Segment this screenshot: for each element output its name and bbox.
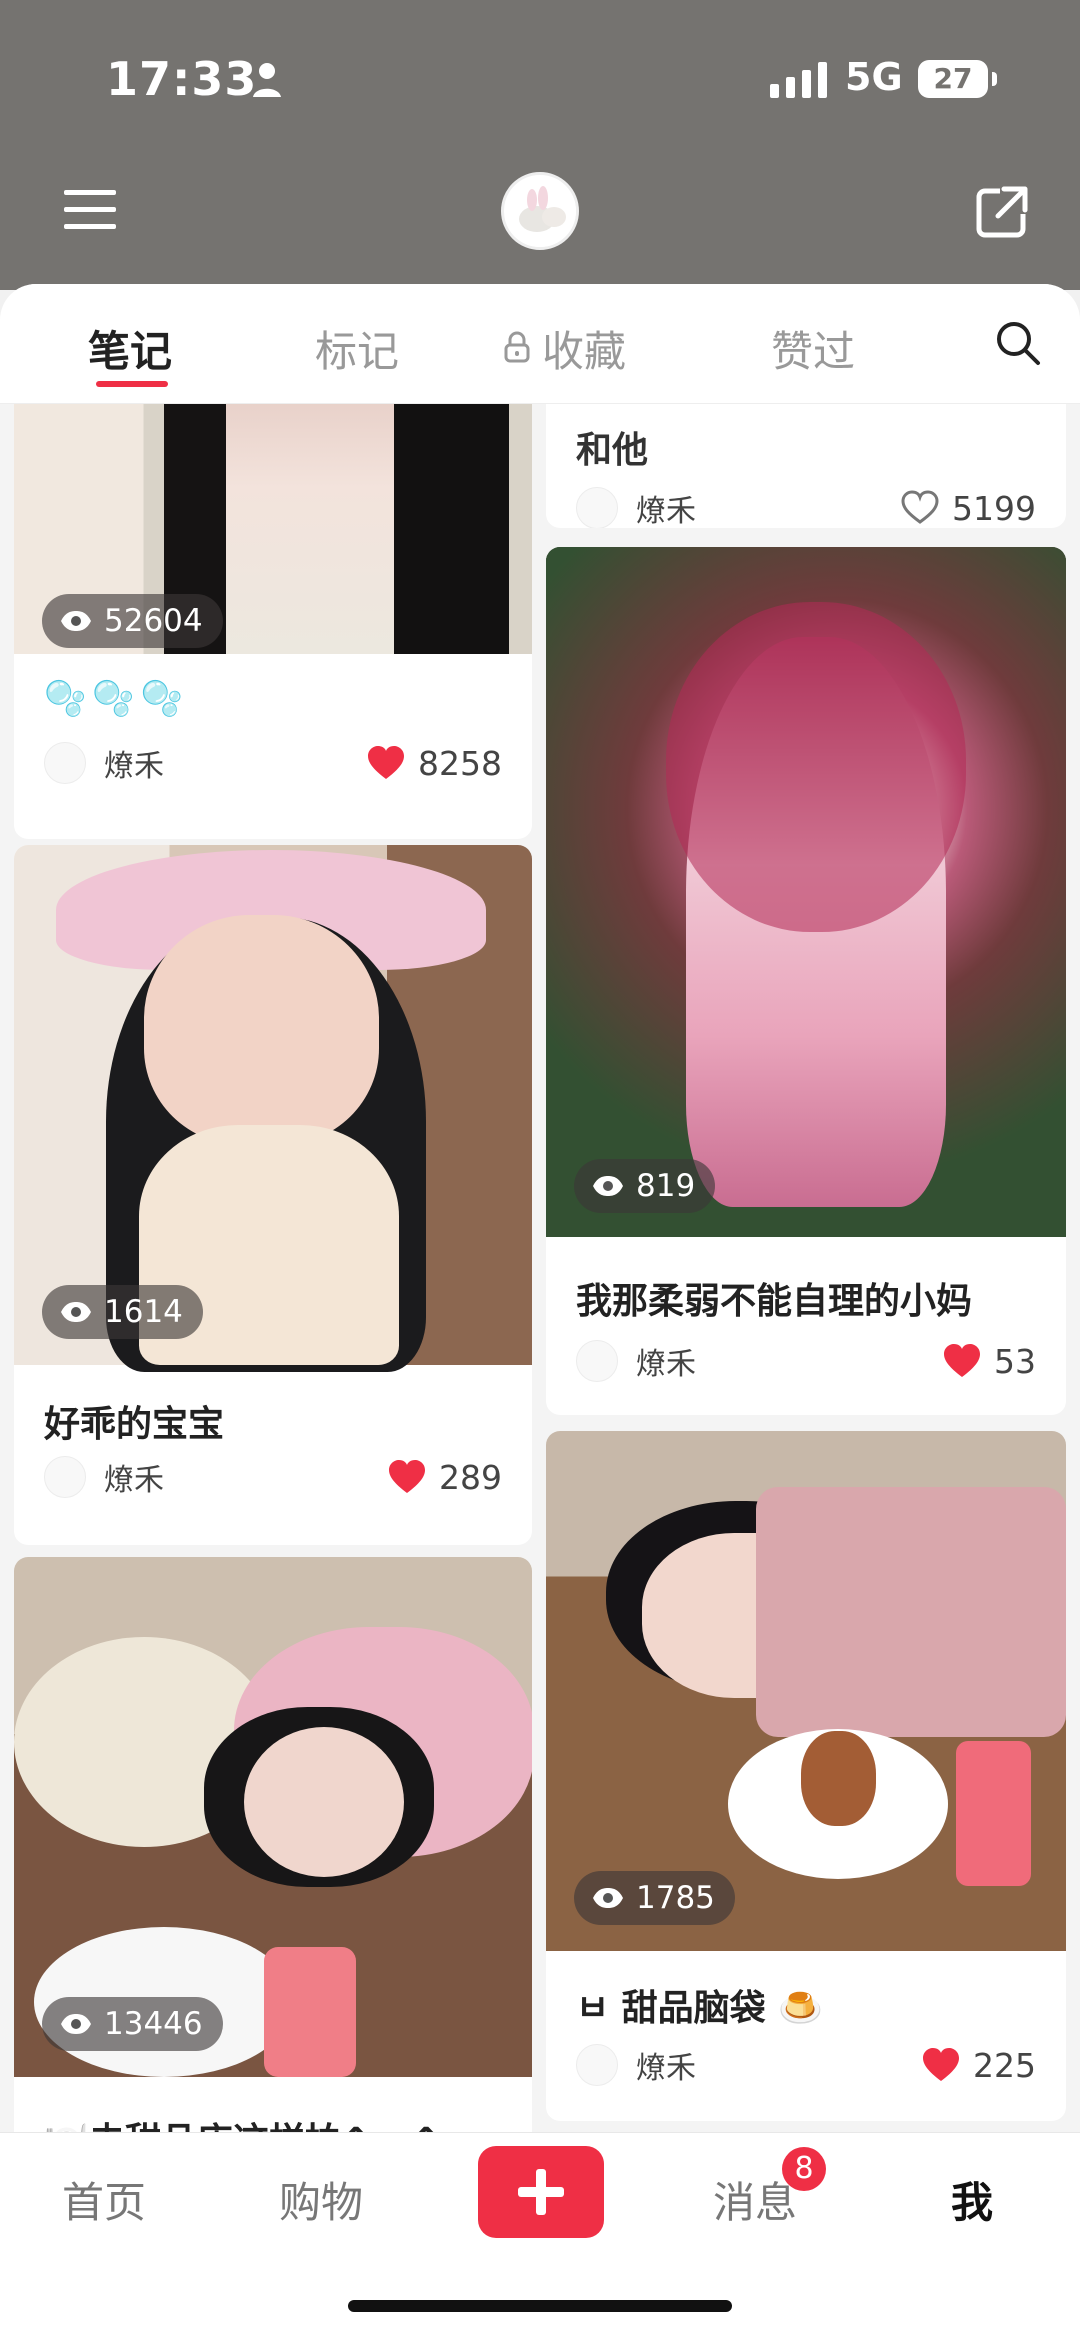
- like-count: 5199: [952, 488, 1036, 528]
- view-count: 52604: [104, 603, 203, 639]
- eye-icon: [61, 611, 91, 631]
- note-image: [546, 547, 1066, 1237]
- menu-icon[interactable]: [60, 185, 120, 235]
- like-button[interactable]: 8258: [366, 744, 502, 783]
- eye-icon: [593, 1888, 623, 1908]
- note-meta: 燎禾 289: [44, 1453, 502, 1501]
- nav-profile[interactable]: 我: [951, 2169, 993, 2230]
- author-avatar[interactable]: [44, 1456, 86, 1498]
- view-count: 1785: [636, 1880, 715, 1916]
- note-title: 和他: [576, 430, 649, 471]
- lock-icon: [504, 331, 530, 363]
- author-name[interactable]: 燎禾: [104, 1455, 164, 1499]
- view-count-badge: 52604: [42, 594, 223, 648]
- content-tabs: 笔记 标记 收藏 赞过: [0, 284, 1080, 404]
- view-count: 819: [636, 1168, 696, 1204]
- person-icon: [253, 63, 281, 97]
- note-meta: 燎禾 225: [576, 2041, 1036, 2089]
- author-name[interactable]: 燎禾: [636, 1339, 696, 1383]
- view-count-badge: 13446: [42, 1997, 223, 2051]
- create-post-button[interactable]: [478, 2146, 604, 2238]
- heart-outline-icon: [901, 490, 939, 524]
- note-meta: 燎禾 5199: [576, 484, 1036, 528]
- note-title: ㅂ 甜品脑袋 🍮: [576, 1988, 824, 2029]
- note-card[interactable]: 1785 ㅂ 甜品脑袋 🍮 燎禾 225: [546, 1431, 1066, 2121]
- nav-home[interactable]: 首页: [62, 2169, 146, 2230]
- view-count-badge: 1614: [42, 1285, 203, 1339]
- note-card[interactable]: 52604 🫧🫧🫧 燎禾 8258: [14, 404, 532, 839]
- profile-header: [0, 160, 1080, 290]
- heart-icon: [389, 1460, 425, 1493]
- note-title: 好乖的宝宝: [44, 1404, 225, 1445]
- eye-icon: [61, 2014, 91, 2034]
- heart-icon: [368, 746, 405, 779]
- profile-avatar[interactable]: [501, 172, 579, 250]
- note-card[interactable]: 13446 🍽️去甜品店这样拍^ - ^: [14, 1557, 532, 2147]
- like-count: 289: [439, 1457, 502, 1497]
- note-meta: 燎禾 8258: [44, 739, 502, 787]
- like-button[interactable]: 53: [942, 1342, 1036, 1381]
- view-count-badge: 819: [574, 1159, 716, 1213]
- profile-content-panel: 笔记 标记 收藏 赞过 52604 🫧🫧🫧 燎禾 8258 和他 燎禾 5199…: [0, 284, 1080, 2342]
- like-button[interactable]: 289: [387, 1458, 502, 1497]
- note-card[interactable]: 819 我那柔弱不能自理的小妈 燎禾 53: [546, 547, 1066, 1415]
- like-button[interactable]: 5199: [900, 489, 1036, 528]
- view-count-badge: 1785: [574, 1871, 735, 1925]
- author-name[interactable]: 燎禾: [104, 741, 164, 785]
- author-avatar[interactable]: [44, 742, 86, 784]
- author-avatar[interactable]: [576, 1340, 618, 1382]
- heart-icon: [944, 1344, 980, 1377]
- tab-notes[interactable]: 笔记: [88, 318, 172, 379]
- signal-icon: [770, 62, 827, 98]
- note-title: 🫧🫧🫧: [44, 679, 190, 719]
- home-indicator: [348, 2300, 732, 2312]
- author-avatar[interactable]: [576, 487, 618, 528]
- like-count: 53: [994, 1341, 1036, 1381]
- author-avatar[interactable]: [576, 2044, 618, 2086]
- note-meta: 燎禾 53: [576, 1337, 1036, 1385]
- note-card[interactable]: 和他 燎禾 5199: [546, 404, 1066, 528]
- eye-icon: [593, 1176, 623, 1196]
- active-tab-indicator: [96, 381, 168, 387]
- battery-indicator: 27: [918, 60, 997, 98]
- tab-collections[interactable]: 收藏: [542, 318, 626, 379]
- tab-liked[interactable]: 赞过: [771, 318, 855, 379]
- nav-shopping[interactable]: 购物: [279, 2169, 363, 2230]
- note-title: 我那柔弱不能自理的小妈: [576, 1281, 973, 1322]
- status-bar: 17:33 5G 27: [0, 0, 1080, 160]
- message-badge: 8: [782, 2147, 826, 2191]
- search-icon[interactable]: [995, 320, 1041, 366]
- like-count: 225: [973, 2045, 1036, 2085]
- share-icon[interactable]: [973, 183, 1031, 241]
- notes-grid[interactable]: 52604 🫧🫧🫧 燎禾 8258 和他 燎禾 5199 819 我那柔弱不能自…: [0, 404, 1080, 2164]
- like-button[interactable]: 225: [921, 2046, 1036, 2085]
- author-name[interactable]: 燎禾: [636, 2043, 696, 2087]
- status-time: 17:33: [106, 52, 258, 106]
- eye-icon: [61, 1302, 91, 1322]
- author-name[interactable]: 燎禾: [636, 486, 696, 528]
- note-card[interactable]: 1614 好乖的宝宝 燎禾 289: [14, 845, 532, 1545]
- network-label: 5G: [845, 55, 903, 99]
- tab-marks[interactable]: 标记: [315, 318, 399, 379]
- view-count: 1614: [104, 1294, 183, 1330]
- view-count: 13446: [104, 2006, 203, 2042]
- heart-icon: [923, 2048, 959, 2081]
- like-count: 8258: [418, 743, 502, 783]
